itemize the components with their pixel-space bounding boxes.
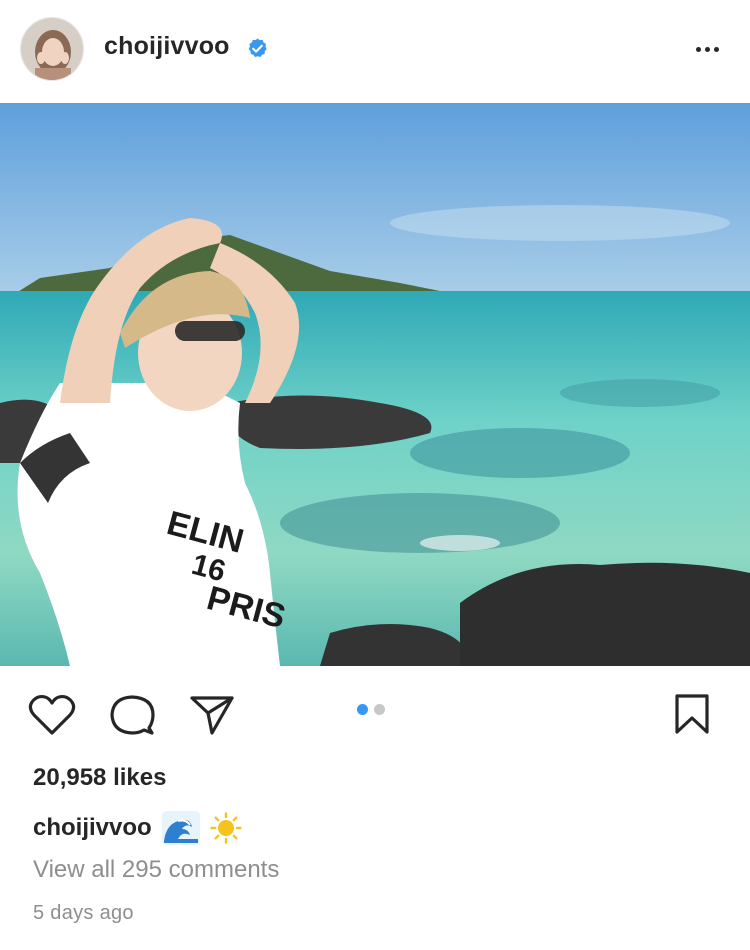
paper-plane-icon[interactable] (188, 693, 236, 737)
post-actions (0, 666, 750, 756)
comment-icon[interactable] (108, 692, 156, 738)
caption-username[interactable]: choijivvoo (33, 814, 152, 842)
heart-icon[interactable] (28, 693, 76, 737)
carousel-indicator (357, 704, 385, 715)
profile-avatar[interactable] (20, 17, 84, 81)
more-dot (704, 46, 710, 52)
sun-emoji (209, 812, 242, 844)
post-username[interactable]: choijivvoo (104, 32, 230, 61)
carousel-dot-active (357, 704, 368, 715)
verified-badge-icon (248, 38, 267, 58)
carousel-dot (374, 704, 385, 715)
more-dot (713, 46, 719, 52)
post-image[interactable]: ELIN 16 PRIS (0, 103, 750, 666)
wave-emoji (161, 811, 200, 845)
likes-count[interactable]: 20,958 likes (33, 764, 166, 792)
bookmark-icon[interactable] (672, 692, 712, 736)
post-caption: choijivvoo (33, 811, 242, 845)
post-header: choijivvoo (0, 0, 750, 103)
more-options-button[interactable] (685, 36, 729, 62)
view-all-comments-link[interactable]: View all 295 comments (33, 856, 279, 884)
avatar-image (21, 18, 83, 80)
post-timestamp: 5 days ago (33, 902, 134, 924)
beach-photo: ELIN 16 PRIS (0, 103, 750, 666)
more-horizontal-icon (695, 46, 701, 52)
